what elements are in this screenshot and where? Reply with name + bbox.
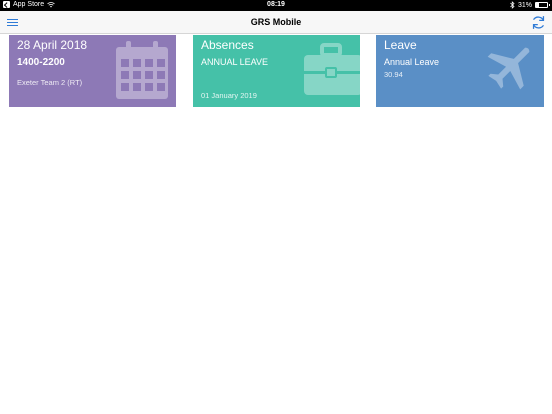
leave-type: Annual Leave bbox=[384, 57, 440, 67]
absence-type: ANNUAL LEAVE bbox=[201, 57, 269, 67]
shift-team: Exeter Team 2 (RT) bbox=[17, 78, 83, 87]
status-right: 31% bbox=[510, 1, 550, 9]
calendar-icon bbox=[116, 41, 168, 99]
leave-heading: Leave bbox=[384, 38, 417, 52]
absences-heading: Absences bbox=[201, 38, 254, 52]
status-time: 08:19 bbox=[267, 1, 285, 8]
status-bar: App Store 08:19 31% bbox=[0, 0, 552, 11]
absence-date: 01 January 2019 bbox=[201, 91, 257, 100]
battery-percent: 31% bbox=[517, 1, 532, 9]
shift-tile[interactable]: 28 April 2018 1400-2200 Exeter Team 2 (R… bbox=[9, 35, 176, 107]
absences-tile[interactable]: Absences ANNUAL LEAVE 01 January 2019 bbox=[193, 35, 360, 107]
battery-icon bbox=[535, 2, 550, 8]
sync-icon[interactable] bbox=[530, 14, 547, 31]
navigation-bar: GRS Mobile bbox=[0, 11, 552, 34]
app-title: GRS Mobile bbox=[250, 17, 302, 27]
briefcase-icon bbox=[304, 43, 360, 95]
airplane-icon bbox=[487, 47, 530, 90]
shift-date: 28 April 2018 bbox=[17, 38, 88, 52]
leave-tile[interactable]: Leave Annual Leave 30.94 bbox=[376, 35, 544, 107]
bluetooth-icon bbox=[510, 1, 515, 9]
leave-balance: 30.94 bbox=[384, 70, 403, 79]
shift-time: 1400-2200 bbox=[17, 57, 65, 68]
